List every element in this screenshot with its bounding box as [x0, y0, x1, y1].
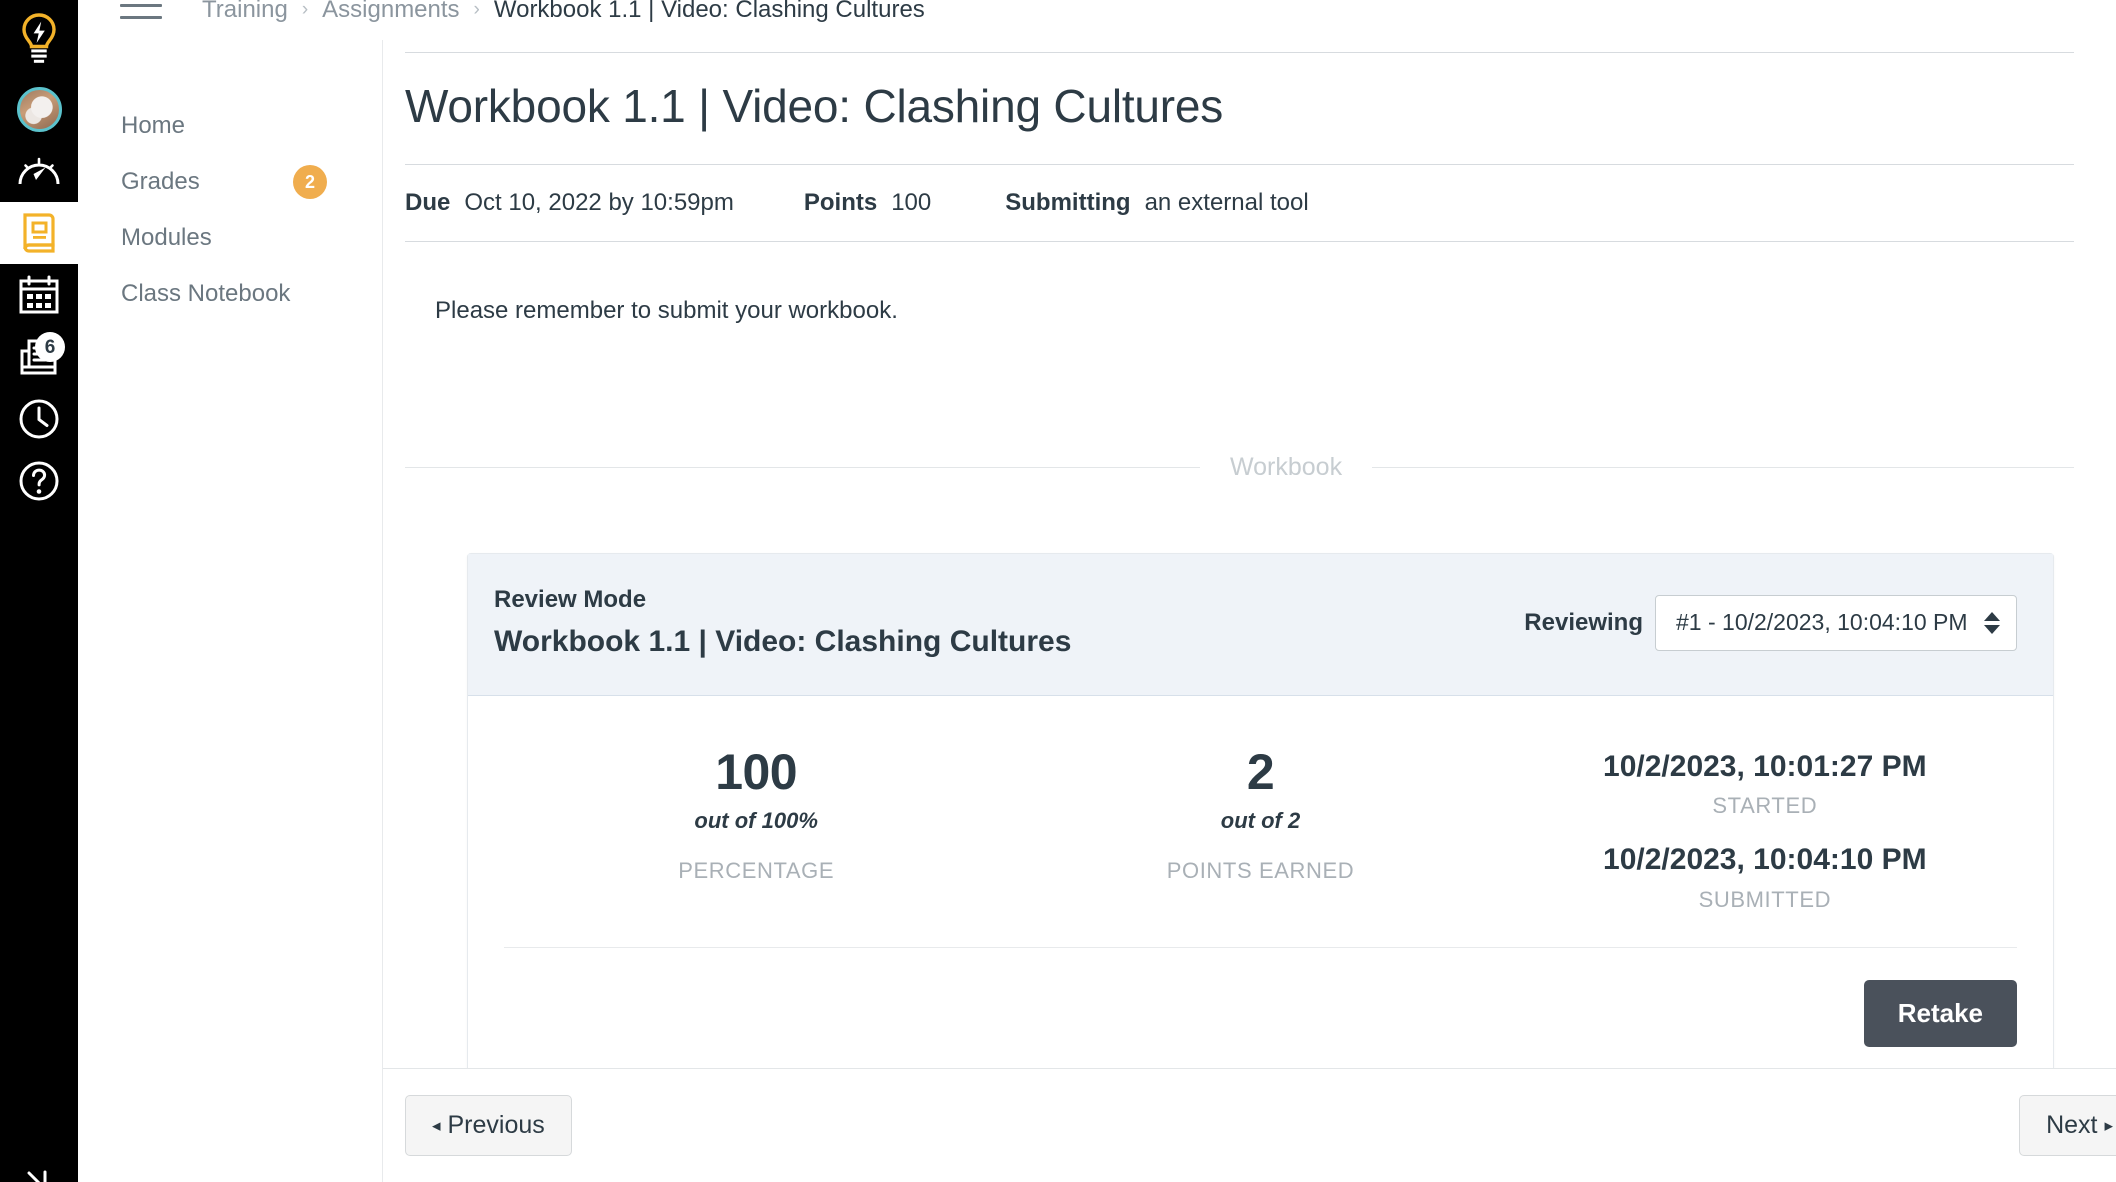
assignment-description: Please remember to submit your workbook. — [405, 242, 2074, 328]
retake-button[interactable]: Retake — [1864, 980, 2017, 1047]
content-top-divider — [405, 52, 2074, 53]
previous-button[interactable]: ◂ Previous — [405, 1095, 572, 1156]
global-nav-calendar[interactable] — [0, 264, 78, 326]
book-icon — [21, 212, 57, 254]
global-nav-inbox[interactable]: 6 — [0, 326, 78, 388]
workbook-section-divider: Workbook — [405, 453, 2074, 482]
lightbulb-icon — [18, 13, 60, 65]
collapse-arrow-icon — [19, 1170, 59, 1182]
review-card-body: 100 out of 100% PERCENTAGE 2 out of 2 PO… — [468, 696, 2053, 1085]
breadcrumb-item-assignments[interactable]: Assignments — [322, 0, 459, 24]
stat-label: PERCENTAGE — [504, 858, 1008, 884]
divider-line-left — [405, 467, 1200, 468]
global-nav-logo[interactable] — [0, 0, 78, 78]
global-nav-history[interactable] — [0, 388, 78, 450]
arrow-right-icon: ▸ — [2104, 1116, 2113, 1135]
arrow-left-icon: ◂ — [432, 1116, 441, 1135]
sidebar-item-label: Modules — [121, 224, 212, 251]
sidebar-item-modules[interactable]: Modules — [78, 210, 382, 266]
global-nav-dashboard[interactable] — [0, 140, 78, 202]
global-nav-help[interactable] — [0, 450, 78, 512]
stats-row: 100 out of 100% PERCENTAGE 2 out of 2 PO… — [504, 732, 2017, 947]
meta-points-label: Points — [804, 189, 877, 217]
assignment-pagination: ◂ Previous Next ▸ — [383, 1068, 2116, 1182]
chevron-right-icon: › — [474, 0, 480, 21]
select-updown-icon — [1984, 612, 2000, 634]
meta-due-label: Due — [405, 189, 450, 217]
review-card-header-right: Reviewing #1 - 10/2/2023, 10:04:10 PM — [1524, 595, 2017, 651]
time-submitted: 10/2/2023, 10:04:10 PM SUBMITTED — [1513, 843, 2017, 913]
attempt-select[interactable]: #1 - 10/2/2023, 10:04:10 PM — [1655, 595, 2017, 651]
time-label: STARTED — [1513, 793, 2017, 819]
meta-due: Due Oct 10, 2022 by 10:59pm — [405, 189, 734, 217]
stat-percentage: 100 out of 100% PERCENTAGE — [504, 746, 1008, 885]
next-button[interactable]: Next ▸ — [2019, 1095, 2116, 1156]
assignment-meta-row: Due Oct 10, 2022 by 10:59pm Points 100 S… — [405, 164, 2074, 242]
time-value: 10/2/2023, 10:01:27 PM — [1513, 750, 2017, 785]
stat-sub: out of 2 — [1008, 808, 1512, 834]
review-card-header: Review Mode Workbook 1.1 | Video: Clashi… — [468, 554, 2053, 696]
time-started: 10/2/2023, 10:01:27 PM STARTED — [1513, 750, 2017, 820]
breadcrumb-item-course[interactable]: Training — [202, 0, 288, 24]
stat-value: 100 — [504, 746, 1008, 799]
page-title: Workbook 1.1 | Video: Clashing Cultures — [405, 79, 2074, 134]
grades-badge: 2 — [293, 165, 327, 199]
attempt-select-value: #1 - 10/2/2023, 10:04:10 PM — [1676, 609, 1968, 635]
course-navigation: Home Grades 2 Modules Class Notebook — [78, 0, 383, 1182]
review-assignment-name: Workbook 1.1 | Video: Clashing Cultures — [494, 622, 1071, 663]
chevron-right-icon: › — [302, 0, 308, 21]
avatar — [17, 87, 62, 132]
previous-label: Previous — [448, 1111, 545, 1139]
meta-submitting-label: Submitting — [1005, 189, 1130, 217]
meta-points-value: 100 — [891, 189, 931, 217]
review-mode-card: Review Mode Workbook 1.1 | Video: Clashi… — [467, 553, 2054, 1086]
top-bar: Training › Assignments › Workbook 1.1 | … — [78, 0, 2116, 40]
inbox-badge: 6 — [35, 332, 65, 362]
sidebar-item-grades[interactable]: Grades 2 — [78, 154, 382, 210]
next-label: Next — [2046, 1111, 2097, 1139]
stat-value: 2 — [1008, 746, 1512, 799]
reviewing-label: Reviewing — [1524, 609, 1643, 637]
global-nav-collapse-toggle[interactable] — [0, 1170, 78, 1182]
divider-line-right — [1372, 467, 2074, 468]
stat-points-earned: 2 out of 2 POINTS EARNED — [1008, 746, 1512, 885]
sidebar-item-home[interactable]: Home — [78, 98, 382, 154]
stat-label: POINTS EARNED — [1008, 858, 1512, 884]
stat-sub: out of 100% — [504, 808, 1008, 834]
sidebar-item-class-notebook[interactable]: Class Notebook — [78, 266, 382, 322]
meta-submitting: Submitting an external tool — [1005, 189, 1308, 217]
divider-label: Workbook — [1200, 453, 1372, 482]
calendar-icon — [18, 275, 60, 315]
meta-due-value: Oct 10, 2022 by 10:59pm — [464, 189, 734, 217]
dashboard-gauge-icon — [17, 154, 61, 188]
main-content: Workbook 1.1 | Video: Clashing Cultures … — [383, 40, 2116, 1182]
sidebar-item-label: Grades — [121, 168, 200, 195]
breadcrumb-item-current: Workbook 1.1 | Video: Clashing Cultures — [494, 0, 925, 24]
meta-points: Points 100 — [804, 189, 931, 217]
question-circle-icon — [18, 460, 60, 502]
time-value: 10/2/2023, 10:04:10 PM — [1513, 843, 2017, 878]
time-label: SUBMITTED — [1513, 887, 2017, 913]
review-mode-label: Review Mode — [494, 584, 1071, 616]
sidebar-item-label: Class Notebook — [121, 280, 290, 307]
meta-submitting-value: an external tool — [1145, 189, 1309, 217]
sidebar-item-label: Home — [121, 112, 185, 139]
global-nav-account[interactable] — [0, 78, 78, 140]
hamburger-icon[interactable] — [120, 0, 162, 26]
canvas-assignment-page: 6 — [0, 0, 2116, 1182]
retake-row: Retake — [504, 948, 2017, 1085]
global-navigation: 6 — [0, 0, 78, 1182]
review-card-header-left: Review Mode Workbook 1.1 | Video: Clashi… — [494, 584, 1071, 663]
breadcrumb: Training › Assignments › Workbook 1.1 | … — [202, 0, 925, 24]
global-nav-courses[interactable] — [0, 202, 78, 264]
stat-timestamps: 10/2/2023, 10:01:27 PM STARTED 10/2/2023… — [1513, 746, 2017, 913]
clock-icon — [18, 398, 60, 440]
